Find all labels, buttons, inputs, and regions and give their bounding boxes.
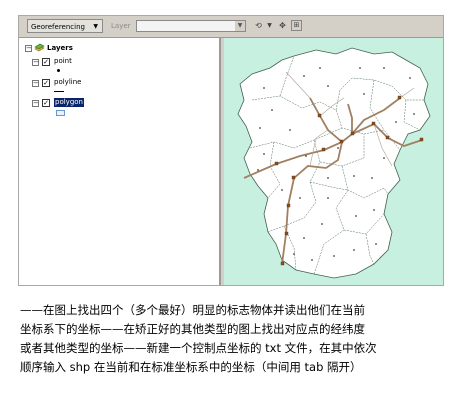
dropdown-arrow-icon: ▼ — [93, 23, 98, 30]
caption-line: 或者其他类型的坐标——新建一个控制点坐标的 txt 文件，在其中依次 — [20, 341, 377, 355]
layer-visibility-checkbox[interactable]: ✓ — [42, 79, 50, 87]
polygon-symbol-icon — [56, 110, 65, 116]
collapse-icon[interactable]: − — [25, 45, 32, 52]
layer-name-point[interactable]: point — [54, 57, 72, 66]
layer-visibility-checkbox[interactable]: ✓ — [42, 99, 50, 107]
arcmap-screenshot: Georeferencing ▼ Layer ▼ ⟲ ▼ ✥ ⊞ − Layer… — [18, 15, 444, 286]
layers-root-label[interactable]: Layers — [47, 44, 73, 53]
map-display[interactable] — [224, 38, 443, 285]
instruction-caption: ——在图上找出四个（多个最好）明显的标志物体并读出他们在当前 坐标系下的坐标——… — [20, 301, 452, 377]
table-of-contents: − Layers − ✓ point − ✓ polyline − ✓ poly… — [19, 38, 221, 285]
georeferencing-menu-button[interactable]: Georeferencing ▼ — [27, 19, 103, 33]
layer-name-polygon[interactable]: polygon — [54, 98, 84, 107]
layer-label: Layer — [111, 22, 131, 30]
collapse-icon[interactable]: − — [32, 80, 39, 87]
layer-visibility-checkbox[interactable]: ✓ — [42, 58, 50, 66]
georeferencing-toolbar: Georeferencing ▼ Layer ▼ ⟲ ▼ ✥ ⊞ — [19, 16, 443, 38]
rotate-icon[interactable]: ⟲ — [253, 20, 264, 31]
layer-name-polyline[interactable]: polyline — [54, 78, 81, 87]
caption-line: 坐标系下的坐标——在矫正好的其他类型的图上找出对应点的经纬度 — [20, 322, 365, 336]
layer-select[interactable]: ▼ — [136, 20, 246, 32]
collapse-icon[interactable]: − — [32, 100, 39, 107]
chevron-down-icon[interactable]: ▼ — [264, 20, 275, 31]
add-control-points-icon[interactable]: ✥ — [277, 20, 288, 31]
layers-icon — [34, 43, 45, 52]
point-symbol-icon — [57, 69, 60, 72]
georeferencing-label: Georeferencing — [31, 23, 85, 31]
caption-line: ——在图上找出四个（多个最好）明显的标志物体并读出他们在当前 — [20, 303, 365, 317]
chevron-down-icon[interactable]: ▼ — [235, 21, 245, 31]
view-link-table-icon[interactable]: ⊞ — [291, 20, 302, 31]
collapse-icon[interactable]: − — [32, 59, 39, 66]
map-canvas[interactable] — [224, 38, 443, 285]
line-symbol-icon — [54, 91, 64, 92]
caption-line: 顺序输入 shp 在当前和在标准坐标系中的坐标（中间用 tab 隔开） — [20, 360, 362, 374]
